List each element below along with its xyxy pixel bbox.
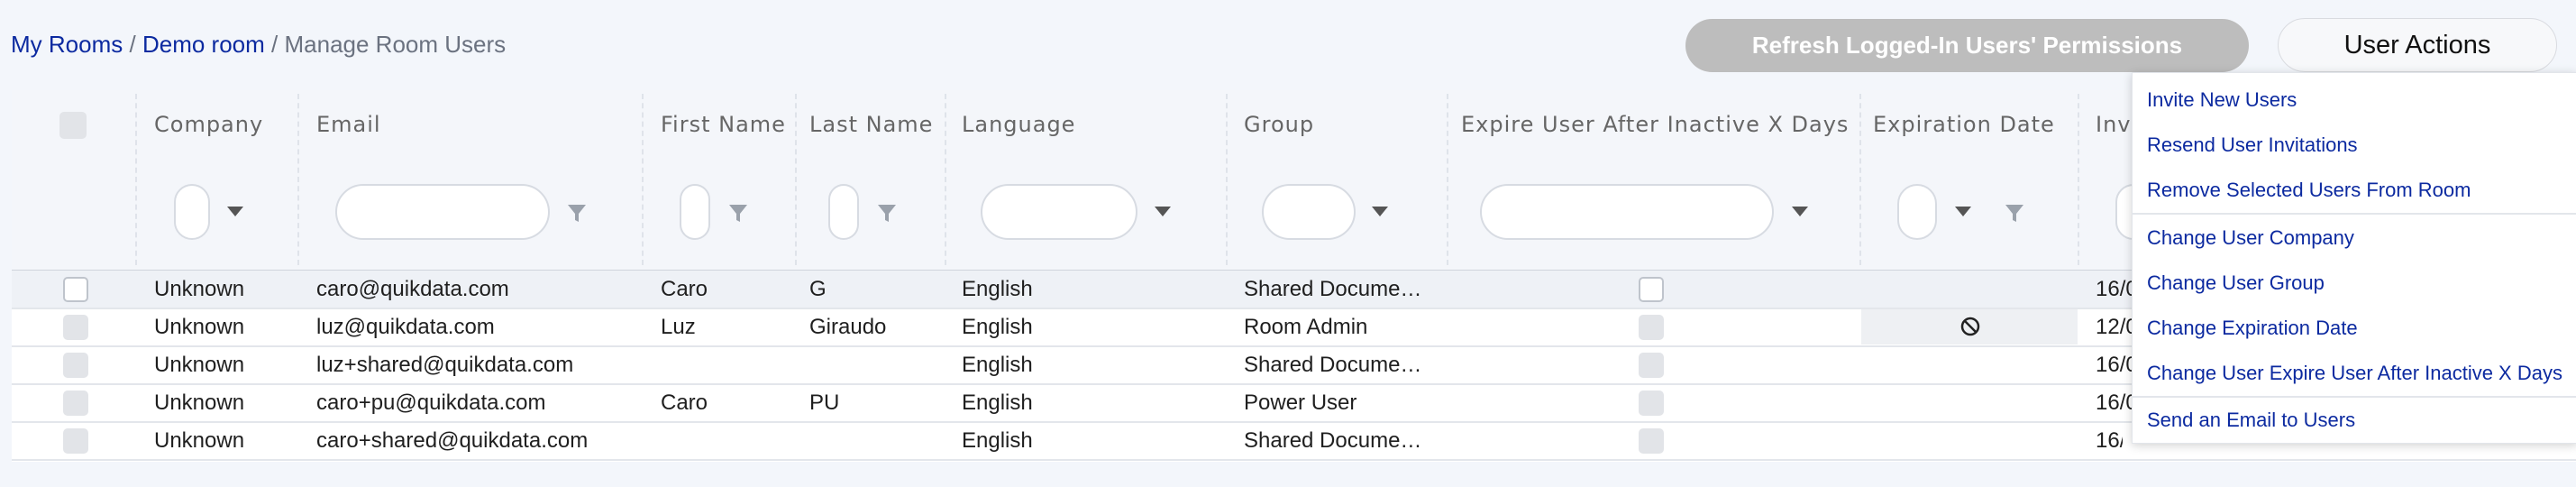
breadcrumb-separator: / xyxy=(271,31,279,58)
column-separator xyxy=(1859,94,1861,265)
ban-icon xyxy=(1960,317,1980,336)
cell-invite-date: 16/09/2021 11:55 xyxy=(2096,428,2123,453)
caret-down-icon[interactable] xyxy=(227,207,243,216)
row-checkbox[interactable] xyxy=(63,315,88,340)
cell-group: Power User xyxy=(1244,391,1357,415)
column-header-company[interactable]: Company xyxy=(154,112,263,137)
breadcrumb-demo-room[interactable]: Demo room xyxy=(142,31,265,58)
menu-item-remove-selected-users[interactable]: Remove Selected Users From Room xyxy=(2147,179,2471,202)
menu-divider xyxy=(2133,396,2576,398)
expire-inactive-checkbox[interactable] xyxy=(1639,353,1664,378)
cell-last-name: Giraudo xyxy=(809,315,887,339)
expire-inactive-filter-select[interactable] xyxy=(1480,184,1774,240)
refresh-permissions-button[interactable]: Refresh Logged-In Users' Permissions xyxy=(1685,19,2249,72)
cell-group: Shared Docume… xyxy=(1244,428,1422,453)
column-separator xyxy=(297,94,299,265)
menu-item-invite-new-users[interactable]: Invite New Users xyxy=(2147,88,2297,112)
cell-last-name: G xyxy=(809,277,827,301)
expire-inactive-checkbox[interactable] xyxy=(1639,391,1664,416)
column-separator xyxy=(135,94,137,265)
first-name-filter-input[interactable] xyxy=(680,184,710,240)
cell-email: caro+shared@quikdata.com xyxy=(316,428,589,453)
column-header-invite[interactable]: Inv xyxy=(2096,112,2132,137)
column-separator xyxy=(2078,94,2079,265)
user-actions-button[interactable]: User Actions xyxy=(2278,18,2557,72)
cell-last-name: PU xyxy=(809,391,840,415)
column-separator xyxy=(1447,94,1448,265)
row-checkbox[interactable] xyxy=(63,353,88,378)
row-checkbox[interactable] xyxy=(63,428,88,454)
caret-down-icon[interactable] xyxy=(1155,207,1171,216)
cell-group: Room Admin xyxy=(1244,315,1368,339)
expire-inactive-checkbox[interactable] xyxy=(1639,315,1664,340)
cell-language: English xyxy=(962,353,1033,377)
user-actions-menu: Invite New Users Resend User Invitations… xyxy=(2132,72,2576,444)
funnel-icon[interactable] xyxy=(2005,203,2024,225)
column-header-first-name[interactable]: First Name xyxy=(661,112,786,137)
funnel-icon[interactable] xyxy=(567,203,587,225)
breadcrumb-current: Manage Room Users xyxy=(284,31,507,58)
cell-company: Unknown xyxy=(154,391,245,415)
cell-language: English xyxy=(962,391,1033,415)
funnel-icon[interactable] xyxy=(728,203,748,225)
column-header-expire-inactive[interactable]: Expire User After Inactive X Days xyxy=(1461,112,1849,137)
cell-group: Shared Docume… xyxy=(1244,277,1422,301)
column-separator xyxy=(642,94,644,265)
column-header-group[interactable]: Group xyxy=(1244,112,1314,137)
language-filter-select[interactable] xyxy=(981,184,1137,240)
cell-group: Shared Docume… xyxy=(1244,353,1422,377)
row-checkbox[interactable] xyxy=(63,277,88,302)
cell-email: caro@quikdata.com xyxy=(316,277,509,301)
last-name-filter-input[interactable] xyxy=(828,184,859,240)
company-filter-select[interactable] xyxy=(174,184,210,240)
breadcrumb-separator: / xyxy=(129,31,136,58)
caret-down-icon[interactable] xyxy=(1792,207,1808,216)
cell-language: English xyxy=(962,428,1033,453)
column-header-email[interactable]: Email xyxy=(316,112,381,137)
caret-down-icon[interactable] xyxy=(1372,207,1388,216)
cell-email: luz+shared@quikdata.com xyxy=(316,353,574,377)
menu-divider xyxy=(2133,213,2576,215)
group-filter-select[interactable] xyxy=(1262,184,1356,240)
column-header-expiration-date[interactable]: Expiration Date xyxy=(1873,112,2055,137)
funnel-icon[interactable] xyxy=(877,203,897,225)
row-checkbox[interactable] xyxy=(63,391,88,416)
column-header-language[interactable]: Language xyxy=(962,112,1075,137)
caret-down-icon[interactable] xyxy=(1955,207,1971,216)
menu-item-change-expiration-date[interactable]: Change Expiration Date xyxy=(2147,317,2358,340)
cell-email: luz@quikdata.com xyxy=(316,315,495,339)
email-filter-input[interactable] xyxy=(335,184,550,240)
cell-company: Unknown xyxy=(154,353,245,377)
cell-company: Unknown xyxy=(154,315,245,339)
cell-first-name: Caro xyxy=(661,391,708,415)
breadcrumb: My Rooms / Demo room / Manage Room Users xyxy=(11,31,506,59)
column-separator xyxy=(795,94,797,265)
column-header-last-name[interactable]: Last Name xyxy=(809,112,933,137)
column-separator xyxy=(1226,94,1228,265)
cell-language: English xyxy=(962,277,1033,301)
menu-item-send-email[interactable]: Send an Email to Users xyxy=(2147,409,2355,432)
cell-first-name: Caro xyxy=(661,277,708,301)
cell-email: caro+pu@quikdata.com xyxy=(316,391,546,415)
cell-first-name: Luz xyxy=(661,315,696,339)
expiration-date-filter-select[interactable] xyxy=(1897,184,1937,240)
column-separator xyxy=(945,94,946,265)
expire-inactive-checkbox[interactable] xyxy=(1639,428,1664,454)
select-all-checkbox[interactable] xyxy=(59,112,87,139)
breadcrumb-my-rooms[interactable]: My Rooms xyxy=(11,31,123,58)
menu-item-change-expire-inactive[interactable]: Change User Expire User After Inactive X… xyxy=(2147,362,2562,385)
cell-company: Unknown xyxy=(154,428,245,453)
menu-item-change-company[interactable]: Change User Company xyxy=(2147,226,2354,250)
menu-item-change-group[interactable]: Change User Group xyxy=(2147,271,2325,295)
cell-language: English xyxy=(962,315,1033,339)
expire-inactive-checkbox[interactable] xyxy=(1639,277,1664,302)
cell-company: Unknown xyxy=(154,277,245,301)
menu-item-resend-invitations[interactable]: Resend User Invitations xyxy=(2147,133,2358,157)
